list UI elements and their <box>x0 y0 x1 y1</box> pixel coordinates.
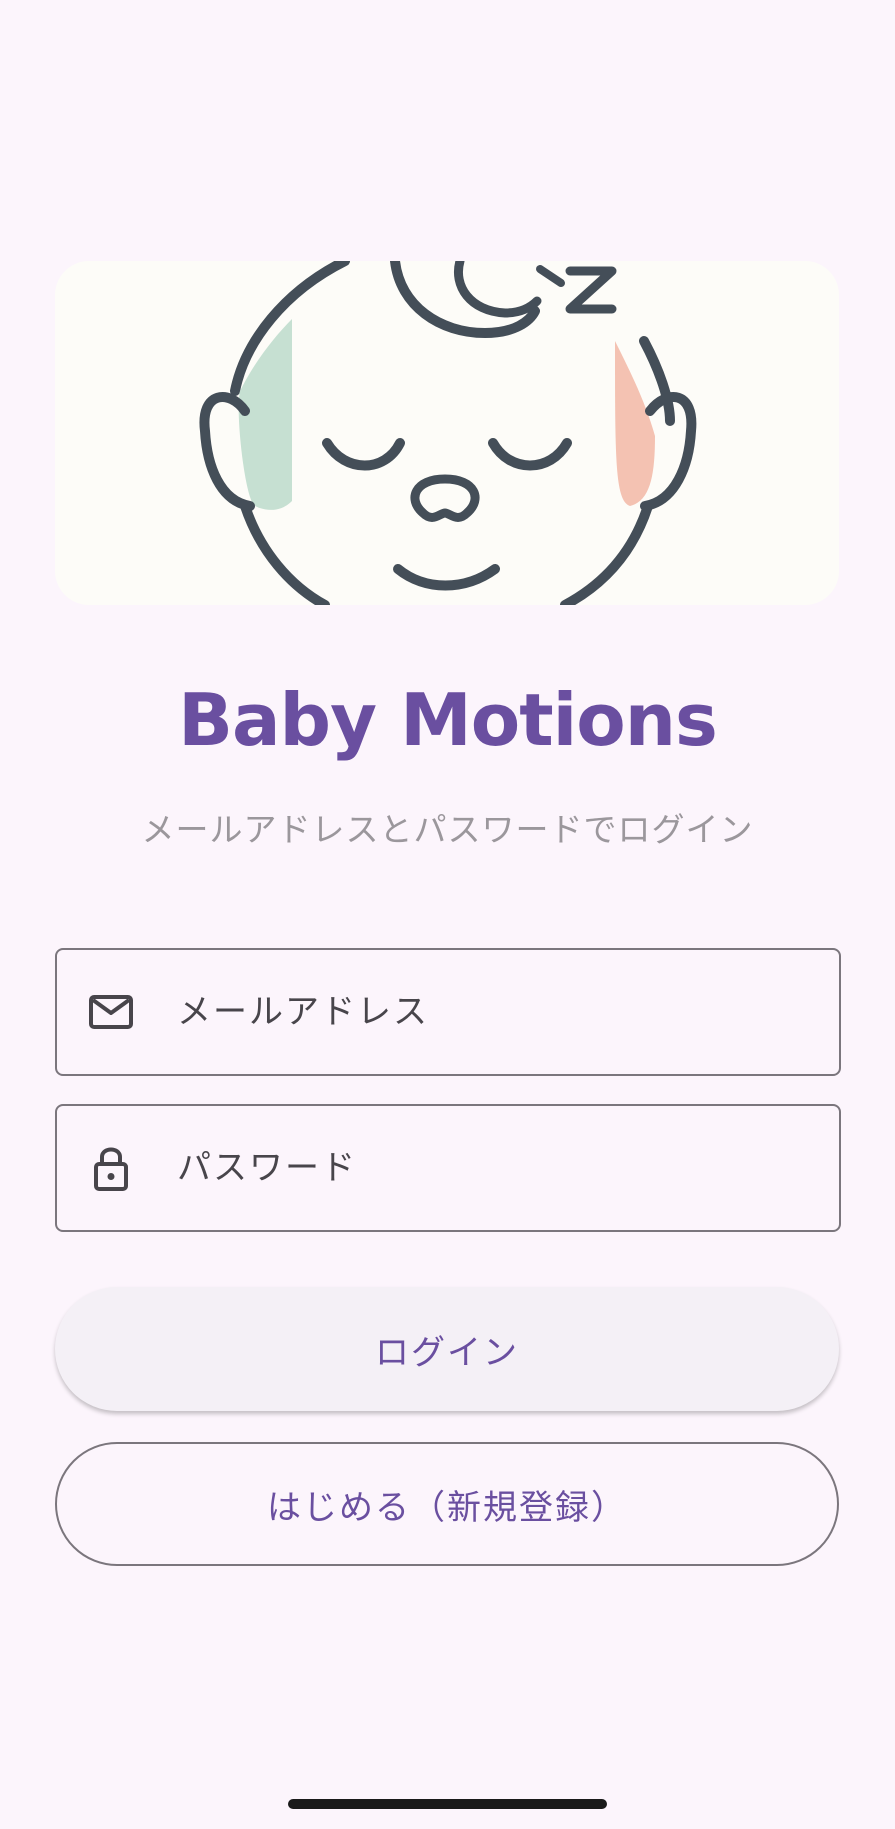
app-title: Baby Motions <box>178 678 718 762</box>
login-instructions: メールアドレスとパスワードでログイン <box>141 810 754 849</box>
lock-icon <box>87 1144 135 1192</box>
password-input[interactable] <box>177 1106 817 1230</box>
email-field[interactable] <box>55 948 841 1076</box>
login-button[interactable]: ログイン <box>55 1287 839 1411</box>
mail-icon <box>87 988 135 1036</box>
signup-button[interactable]: はじめる（新規登録） <box>55 1442 839 1566</box>
hero-illustration <box>55 261 839 605</box>
password-field[interactable] <box>55 1104 841 1232</box>
home-indicator <box>288 1799 607 1809</box>
sleeping-baby-icon <box>199 261 697 605</box>
email-input[interactable] <box>177 950 817 1074</box>
